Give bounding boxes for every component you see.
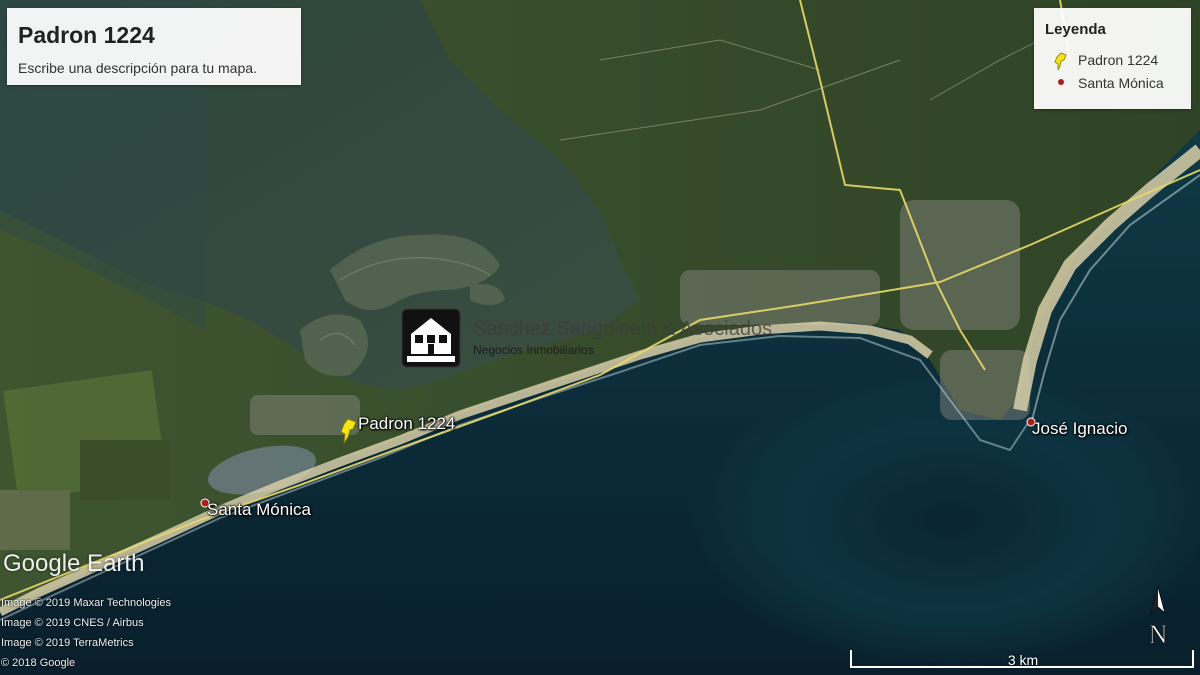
imagery-credit: Image © 2019 CNES / Airbus — [1, 617, 144, 629]
placemark-label-santa-monica[interactable]: Santa Mónica — [207, 500, 311, 520]
legend-heading: Leyenda — [1045, 21, 1106, 38]
legend-item-label: Padron 1224 — [1078, 52, 1159, 68]
imagery-credit: Image © 2019 Maxar Technologies — [1, 597, 171, 609]
legend-item-label: Santa Mónica — [1078, 75, 1164, 91]
map-title-panel: Padron 1224 Escribe una descripción para… — [7, 8, 301, 85]
google-earth-logo: Google Earth — [3, 550, 145, 577]
imagery-credit: Image © 2019 TerraMetrics — [1, 637, 134, 649]
house-logo-icon — [401, 308, 461, 368]
map-title: Padron 1224 — [18, 22, 155, 48]
scale-label: 3 km — [1007, 652, 1039, 668]
imagery-credit: © 2018 Google — [1, 657, 76, 669]
north-arrow-icon: N — [1148, 585, 1168, 649]
legend-panel: Leyenda Padron 1224 Santa Mónica — [1034, 8, 1191, 109]
watermark-subtitle: Negocios Inmobiliarios — [473, 343, 594, 357]
placemark-label-padron[interactable]: Padron 1224 — [358, 414, 455, 434]
map-description[interactable]: Escribe una descripción para tu mapa. — [18, 60, 257, 76]
scale-bar: 3 km — [850, 650, 1196, 670]
watermark-company-name: Sanchez Sanguinetti & Asociados — [473, 318, 773, 340]
placemark-label-jose-ignacio[interactable]: José Ignacio — [1032, 419, 1127, 439]
yellow-pushpin-icon — [1054, 52, 1067, 71]
compass-label: N — [1149, 620, 1168, 649]
red-dot-icon — [1058, 79, 1064, 85]
